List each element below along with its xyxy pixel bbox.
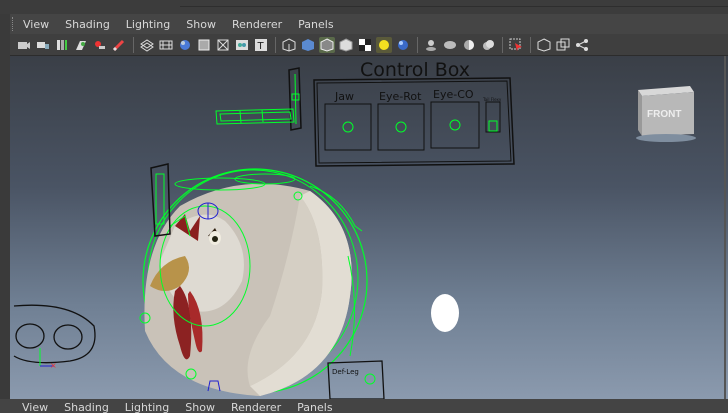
image-plane-icon[interactable] (73, 37, 89, 53)
lower-menu-lighting[interactable]: Lighting (125, 399, 169, 413)
scene-canvas: Control Box Jaw Eye-Rot Eye-CO Tail Flex… (13, 59, 696, 399)
head-control-curve[interactable] (215, 108, 295, 125)
def-leg-label: Def-Leg (332, 368, 359, 376)
toolbar-separator (417, 36, 418, 53)
panel-top-strip (0, 0, 728, 15)
toolbar-grip[interactable] (12, 17, 17, 31)
lower-menu-renderer[interactable]: Renderer (231, 399, 281, 413)
panel-border-right (724, 56, 726, 399)
view-cube-label: FRONT (647, 109, 681, 120)
field-chart-icon[interactable] (215, 37, 231, 53)
shadows-icon[interactable] (376, 36, 392, 53)
divider (180, 6, 728, 7)
eye-rot-control-curve[interactable] (395, 121, 407, 133)
toolbar-separator (133, 36, 134, 53)
motion-blur-icon[interactable] (423, 37, 439, 53)
screen-space-ao-icon[interactable] (395, 37, 411, 53)
menu-show[interactable]: Show (186, 18, 216, 31)
text-overlay-icon[interactable]: T (253, 37, 269, 53)
svg-text:T: T (257, 41, 265, 52)
control-label-eye-rot: Eye-Rot (379, 90, 422, 103)
eye-co-control-curve[interactable] (449, 119, 461, 131)
smooth-shade-icon[interactable] (300, 37, 316, 53)
camera-select-icon[interactable] (16, 37, 32, 53)
control-box[interactable]: Control Box Jaw Eye-Rot Eye-CO Tail Flex… (313, 59, 515, 167)
menu-shading[interactable]: Shading (65, 18, 110, 31)
3d-viewport[interactable]: Control Box Jaw Eye-Rot Eye-CO Tail Flex… (10, 56, 728, 399)
gate-mask-icon[interactable] (196, 37, 212, 53)
depth-of-field-icon[interactable] (461, 37, 477, 53)
isolate-select-icon[interactable] (508, 37, 524, 53)
jaw-control-curve[interactable] (342, 121, 354, 133)
xray-joints-icon[interactable] (555, 37, 571, 53)
camera-attributes-icon[interactable] (35, 37, 51, 53)
slider-control[interactable] (288, 67, 302, 131)
lower-menu-panels[interactable]: Panels (297, 399, 332, 413)
left-face-control[interactable] (13, 304, 96, 364)
hardware-fog-icon[interactable] (480, 37, 496, 53)
tail-flexy-control-curve[interactable] (488, 120, 498, 132)
panel-menu-bar: View Shading Lighting Show Renderer Pane… (10, 14, 728, 34)
wire-on-shaded-icon[interactable] (319, 36, 335, 53)
menu-lighting[interactable]: Lighting (126, 18, 170, 31)
menu-panels[interactable]: Panels (298, 18, 333, 31)
svg-text:×: × (50, 361, 57, 370)
egg-model[interactable] (431, 294, 459, 332)
def-leg-control[interactable]: Def-Leg (327, 360, 385, 399)
panel-toolbar: T (10, 34, 728, 56)
menu-view[interactable]: View (23, 18, 49, 31)
lower-menu-show[interactable]: Show (185, 399, 215, 413)
menu-renderer[interactable]: Renderer (232, 18, 282, 31)
two-d-pan-icon[interactable] (92, 37, 108, 53)
view-cube[interactable]: FRONT (636, 86, 696, 142)
lower-menu-shading[interactable]: Shading (64, 399, 109, 413)
textured-icon[interactable] (338, 37, 354, 53)
xray-active-components-icon[interactable] (574, 37, 590, 53)
resolution-gate-icon[interactable] (177, 37, 193, 53)
control-box-title: Control Box (360, 59, 470, 81)
control-label-eye-co: Eye-CO (433, 88, 474, 101)
xray-icon[interactable] (536, 37, 552, 53)
grease-pencil-icon[interactable] (111, 37, 127, 53)
grid-icon[interactable] (139, 37, 155, 53)
turkey-model[interactable] (142, 168, 368, 396)
safe-title-icon[interactable] (234, 37, 250, 53)
wireframe-icon[interactable] (281, 37, 297, 53)
toolbar-separator (530, 36, 531, 53)
multisample-aa-icon[interactable] (442, 37, 458, 53)
lower-panel-menu-bar: View Shading Lighting Show Renderer Pane… (10, 399, 728, 413)
toolbar-separator (275, 36, 276, 53)
lower-menu-view[interactable]: View (22, 399, 48, 413)
axis-indicator: × (39, 348, 57, 370)
control-label-jaw: Jaw (334, 90, 354, 103)
use-all-lights-icon[interactable] (357, 37, 373, 53)
toolbar-separator (502, 36, 503, 53)
bookmark-icon[interactable] (54, 37, 70, 53)
control-label-tail-flexy: Tail Flexy (482, 97, 502, 102)
film-gate-icon[interactable] (158, 37, 174, 53)
